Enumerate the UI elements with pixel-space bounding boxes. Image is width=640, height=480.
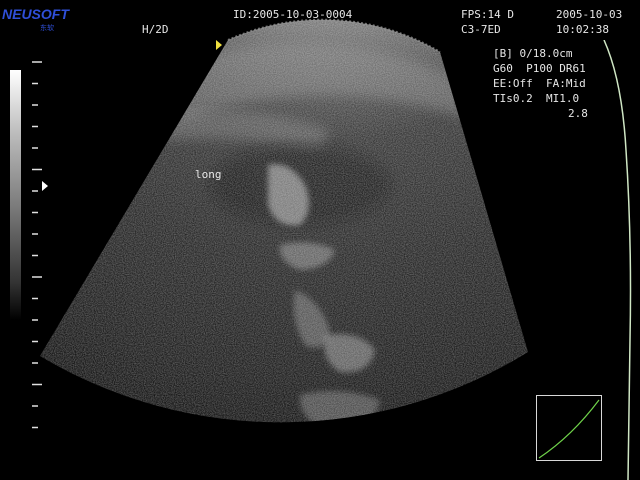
- depth-scale: [32, 61, 42, 429]
- exam-time: 10:02:38: [556, 23, 609, 36]
- param-enhance: EE:Off FA:Mid: [493, 77, 586, 90]
- focus-marker-icon: [216, 40, 222, 50]
- param-frequency: 2.8: [568, 107, 588, 120]
- exam-date: 2005-10-03: [556, 8, 623, 21]
- probe-name: C3-7ED: [461, 23, 501, 36]
- imaging-mode: H/2D: [142, 23, 169, 36]
- logo-brand: NEUSOFT: [2, 6, 69, 22]
- annotation-label: long: [195, 168, 222, 181]
- grayscale-bar: [10, 70, 21, 320]
- param-gain: G60 P100 DR61: [493, 62, 586, 75]
- neusoft-logo: NEUSOFT 东软: [2, 6, 82, 36]
- gamma-curve-box: [536, 395, 602, 461]
- tgc-curve: [603, 40, 632, 480]
- depth-pointer-icon: [42, 181, 48, 191]
- logo-sub: 东软: [40, 25, 54, 32]
- patient-id: ID:2005-10-03-0004: [233, 8, 353, 21]
- frame-rate: FPS:14 D: [461, 8, 514, 21]
- gamma-curve: [538, 399, 600, 459]
- param-depth: [B] 0/18.0cm: [493, 47, 573, 60]
- param-thermal-index: TIs0.2 MI1.0: [493, 92, 580, 105]
